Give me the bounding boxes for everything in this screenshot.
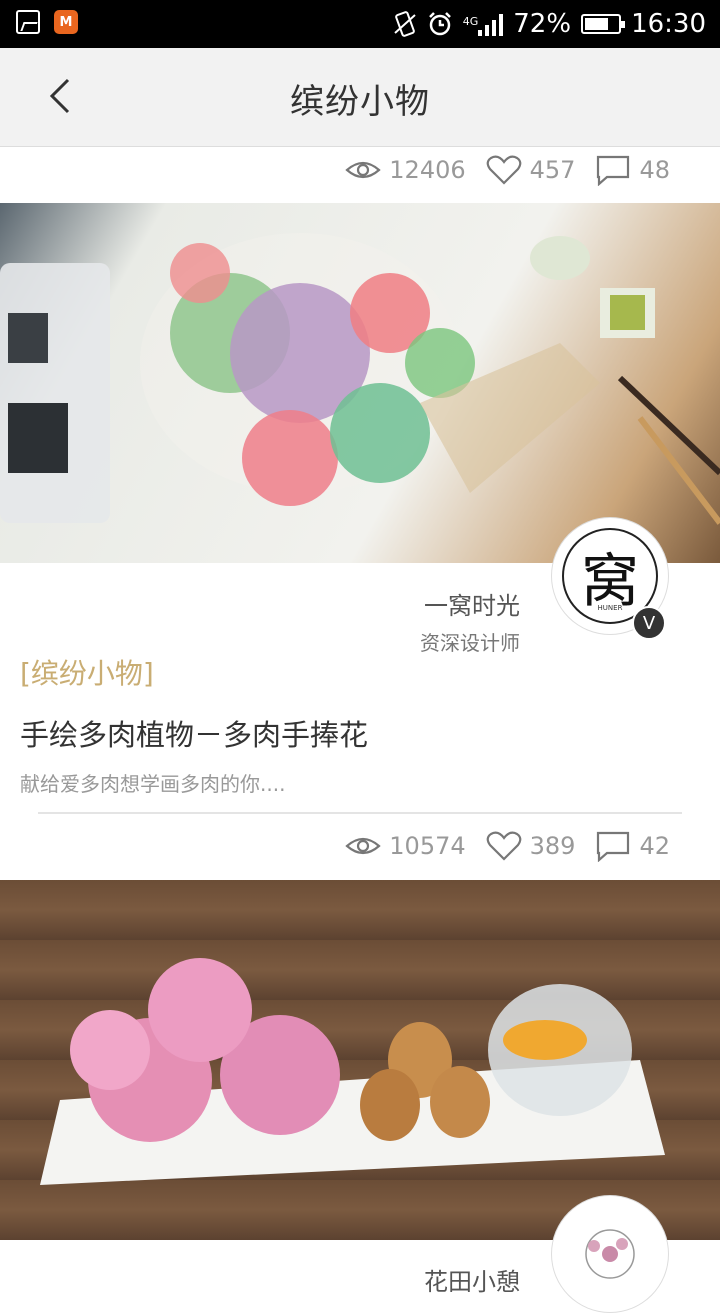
views-count: 12406 (389, 156, 466, 184)
comments-count: 48 (639, 156, 670, 184)
eye-icon (345, 161, 381, 179)
watercolor-succulent-illustration (0, 233, 720, 525)
article-cover-image[interactable] (0, 880, 720, 1240)
comments-stat[interactable]: 48 (595, 154, 670, 186)
vibrate-icon (394, 11, 416, 37)
article-cover-image[interactable] (0, 203, 720, 563)
likes-stat[interactable]: 389 (486, 830, 576, 862)
signal-icon (478, 12, 504, 36)
likes-count: 457 (529, 156, 576, 184)
divider (38, 812, 682, 814)
likes-count: 389 (529, 832, 576, 860)
comment-icon[interactable] (595, 830, 631, 862)
network-type: 4G (462, 15, 479, 28)
author-name: 一窝时光 (424, 592, 520, 620)
flowers-croissant-tea-photo (40, 958, 665, 1185)
author-avatar[interactable] (552, 1196, 668, 1312)
battery-percent: 72% (513, 9, 572, 39)
card-stats: 10574 389 42 (345, 826, 670, 866)
gallery-notification-icon (16, 10, 40, 34)
comments-count: 42 (639, 832, 670, 860)
views-stat: 12406 (345, 156, 466, 184)
comments-stat[interactable]: 42 (595, 830, 670, 862)
author-role: 资深设计师 (420, 631, 520, 655)
alarm-icon (428, 12, 451, 36)
article-category[interactable]: [缤纷小物] (20, 652, 154, 692)
article-title[interactable]: 手绘多肉植物－多肉手捧花 (20, 712, 368, 754)
clock: 16:30 (631, 9, 706, 39)
battery-icon (581, 14, 626, 34)
page-title: 缤纷小物 (290, 82, 430, 122)
status-bar: M 4G 72% 16:30 (0, 0, 720, 48)
flower-sketch-logo (585, 1229, 635, 1279)
title-bar: 缤纷小物 (0, 48, 720, 147)
views-stat: 10574 (345, 832, 466, 860)
heart-icon[interactable] (486, 154, 522, 186)
likes-stat[interactable]: 457 (486, 154, 576, 186)
author-info[interactable]: 一窝时光 资深设计师 (420, 586, 520, 656)
comment-icon[interactable] (595, 154, 631, 186)
card-stats: 12406 457 48 (345, 150, 670, 190)
heart-icon[interactable] (486, 830, 522, 862)
verified-badge: V (632, 606, 666, 640)
article-description: 献给爱多肉想学画多肉的你.... (20, 772, 286, 796)
app-notification-icon: M (54, 10, 78, 34)
eye-icon (345, 837, 381, 855)
views-count: 10574 (389, 832, 466, 860)
